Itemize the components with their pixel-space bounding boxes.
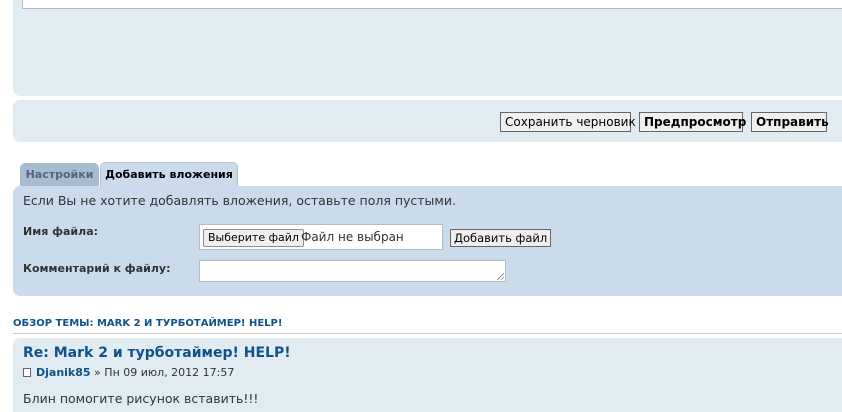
choose-file-button[interactable]: Выберите файл (203, 229, 304, 247)
divider (13, 333, 842, 334)
submit-button[interactable]: Отправить (751, 112, 829, 132)
post-title-link[interactable]: Re: Mark 2 и турботаймер! HELP! (23, 345, 291, 361)
add-file-button[interactable]: Добавить файл (450, 229, 552, 247)
topic-review-heading[interactable]: Обзор темы: Mark 2 и турботаймер! HELP! (13, 318, 282, 329)
post-icon[interactable] (23, 368, 31, 377)
attachments-note: Если Вы не хотите добавлять вложения, ос… (23, 193, 456, 208)
message-editor-panel (13, 0, 842, 96)
resize-grip-icon[interactable] (497, 273, 504, 280)
post-author-link[interactable]: Djanik85 (36, 366, 91, 379)
preview-button[interactable]: Предпросмотр (639, 112, 746, 132)
save-draft-button[interactable]: Сохранить черновик (500, 112, 636, 132)
tab-settings[interactable]: Настройки (20, 163, 99, 188)
message-textarea[interactable] (22, 0, 842, 9)
filename-label: Имя файла: (23, 225, 99, 238)
post-meta-separator: » (90, 366, 105, 379)
file-comment-label: Комментарий к файлу: (23, 262, 171, 275)
post-body: Блин помогите рисунок вставить!!! (23, 391, 259, 406)
file-status-text: Файл не выбран (301, 230, 404, 244)
post-date: Пн 09 июл, 2012 17:57 (104, 366, 235, 379)
tab-add-attachments[interactable]: Добавить вложения (100, 162, 238, 187)
post-meta: Djanik85 » Пн 09 июл, 2012 17:57 (23, 366, 234, 379)
file-comment-textarea[interactable] (199, 260, 506, 282)
